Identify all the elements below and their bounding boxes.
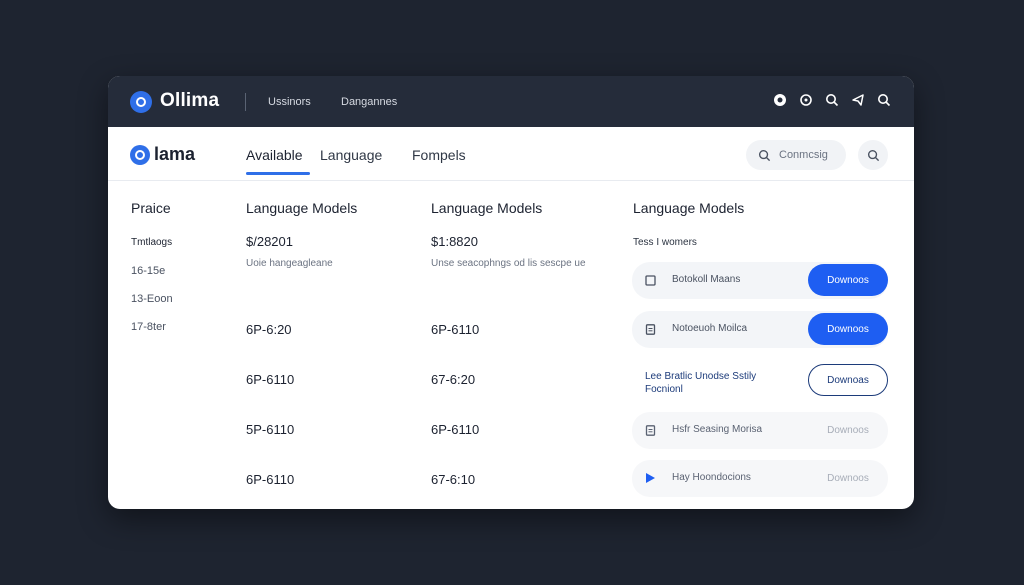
- column-value: 5P-6110: [246, 422, 295, 437]
- right-panel-subtitle: Tess I womers: [633, 237, 697, 248]
- tab-fompels[interactable]: Fompels: [412, 147, 466, 163]
- download-button[interactable]: Downoos: [808, 414, 888, 446]
- column-value: 6P-6110: [246, 472, 295, 487]
- model-row: Notoeuoh Moilca Downoos: [632, 311, 888, 348]
- titlebar: Ollima Ussinors Dangannes: [108, 76, 914, 127]
- model-row: Hsfr Seasing Morisa Downoos: [632, 412, 888, 449]
- model-row: Botokoll Maans Downoos: [632, 262, 888, 299]
- header: lama Available Language Fompels Conmcsig: [108, 127, 914, 181]
- doc-icon: [644, 424, 656, 436]
- sidebar-item[interactable]: 17-8ter: [131, 320, 231, 348]
- model-row-label: Botokoll Maans: [672, 274, 741, 285]
- model-row-label: Lee Bratlic Unodse Sstily Focnionl: [645, 371, 757, 395]
- tab-available[interactable]: Available: [246, 147, 303, 163]
- column-title: Language Models: [431, 200, 543, 216]
- column-value: 6P-6:20: [246, 322, 292, 337]
- sidebar-item[interactable]: 13-Eoon: [131, 292, 231, 320]
- column-description: Unse seacophngs od lis sescpe ue: [431, 258, 586, 269]
- download-button[interactable]: Downoos: [808, 313, 888, 345]
- send-icon[interactable]: [850, 92, 866, 108]
- download-button[interactable]: Downoas: [808, 364, 888, 396]
- column-value: 67-6:20: [431, 372, 476, 387]
- app-window: Ollima Ussinors Dangannes lama Available: [108, 76, 914, 509]
- search-icon[interactable]: [824, 92, 840, 108]
- titlebar-brand: Ollima: [160, 90, 220, 111]
- column-price: $/28201: [246, 234, 293, 249]
- model-row-label: Notoeuoh Moilca: [672, 323, 748, 334]
- column-description: Uoie hangeagleane: [246, 258, 333, 269]
- download-button[interactable]: Downoos: [808, 264, 888, 296]
- right-panel-title: Language Models: [633, 200, 745, 216]
- column-title: Language Models: [246, 200, 358, 216]
- column-value: 6P-6110: [431, 422, 480, 437]
- model-column-2: Language Models $1:8820 Unse seacophngs …: [431, 200, 586, 487]
- search-icon[interactable]: [876, 92, 892, 108]
- play-icon: [644, 472, 656, 484]
- search-placeholder: Conmcsig: [779, 149, 828, 161]
- titlebar-icons: [772, 92, 892, 108]
- column-value: 6P-6110: [246, 372, 295, 387]
- sidebar-item[interactable]: 16-15e: [131, 264, 231, 292]
- titlebar-nav-users[interactable]: Ussinors: [268, 96, 311, 108]
- record-icon[interactable]: [772, 92, 788, 108]
- model-column-1: Language Models $/28201 Uoie hangeaglean…: [246, 200, 358, 487]
- model-row-label: Hsfr Seasing Morisa: [672, 424, 763, 435]
- header-brand: lama: [154, 144, 196, 164]
- square-icon: [644, 274, 656, 286]
- sidebar: Praice Tmtlaogs 16-15e 13-Eoon 17-8ter: [131, 200, 231, 348]
- tab-language[interactable]: Language: [320, 147, 382, 163]
- active-tab-indicator: [246, 172, 310, 175]
- search-icon: [867, 149, 879, 161]
- model-row: Lee Bratlic Unodse Sstily Focnionl Downo…: [632, 362, 888, 399]
- ollama-logo-icon: [130, 91, 152, 113]
- titlebar-divider: [245, 93, 246, 111]
- titlebar-nav-languages[interactable]: Dangannes: [341, 96, 397, 108]
- ollama-logo-icon: [130, 145, 150, 165]
- doc-icon: [644, 323, 656, 335]
- sidebar-title: Praice: [131, 200, 171, 216]
- search-input[interactable]: Conmcsig: [746, 140, 846, 170]
- search-button[interactable]: [858, 140, 888, 170]
- sidebar-item[interactable]: Tmtlaogs: [131, 236, 231, 264]
- column-value: 6P-6110: [431, 322, 480, 337]
- column-price: $1:8820: [431, 234, 478, 249]
- model-row: Hay Hoondocions Downoos: [632, 460, 888, 497]
- download-button[interactable]: Downoos: [808, 462, 888, 494]
- circle-icon[interactable]: [798, 92, 814, 108]
- column-value: 67-6:10: [431, 472, 476, 487]
- model-row-label: Hay Hoondocions: [672, 472, 751, 483]
- search-icon: [758, 149, 771, 161]
